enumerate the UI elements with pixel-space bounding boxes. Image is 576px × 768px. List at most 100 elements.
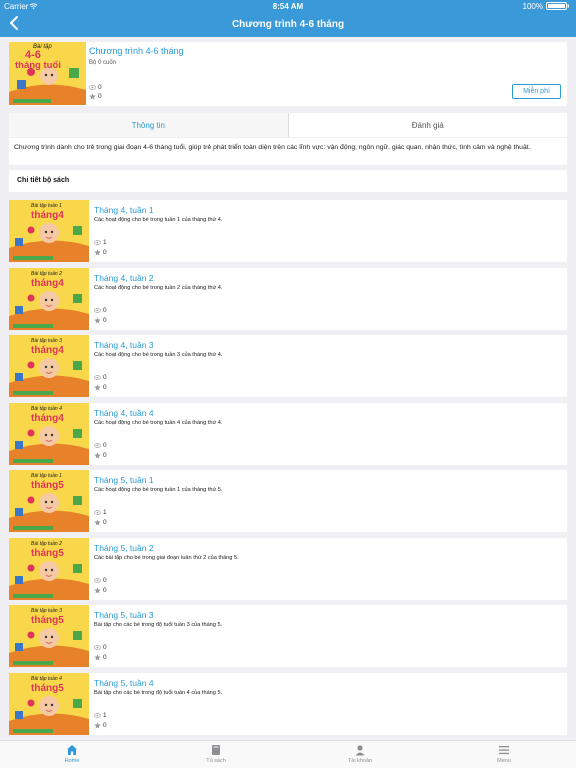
eye-icon — [94, 645, 101, 650]
book-cover-main-text: tháng4 — [31, 345, 64, 356]
book-rating: 0 — [94, 654, 107, 661]
book-cover-top-text: Bài tập tuần 1 — [31, 203, 62, 209]
home-icon — [67, 745, 77, 755]
star-icon — [94, 452, 101, 459]
book-description: Bài tập cho các bé trong độ tuổi tuần 4 … — [94, 690, 223, 696]
bottom-tab-bar: Home Tủ sách Tài khoản Menu — [0, 740, 576, 768]
book-views-count: 0 — [103, 577, 107, 584]
battery-icon — [546, 2, 569, 10]
star-icon — [94, 249, 101, 256]
book-views-count: 0 — [103, 644, 107, 651]
book-views: 0 — [94, 374, 107, 381]
tabbar-account[interactable]: Tài khoản — [288, 741, 432, 768]
book-title[interactable]: Tháng 4, tuần 1 — [94, 205, 154, 215]
book-cover-image: Bài tập tuần 1 tháng4 — [9, 200, 89, 262]
book-title[interactable]: Tháng 5, tuần 1 — [94, 475, 154, 485]
tab-info[interactable]: Thông tin — [9, 113, 289, 137]
book-views: 1 — [94, 239, 107, 246]
book-list-item[interactable]: Bài tập tuần 2 tháng4 Tháng 4, tuần 2 Các h… — [9, 268, 567, 330]
book-views-count: 0 — [103, 307, 107, 314]
book-cover-image: Bài tập tuần 4 tháng5 — [9, 673, 89, 735]
book-title[interactable]: Tháng 4, tuần 4 — [94, 408, 154, 418]
book-rating: 0 — [94, 452, 107, 459]
book-cover-image: Bài tập tuần 4 tháng4 — [9, 403, 89, 465]
book-cover-top-text: Bài tập tuần 1 — [31, 473, 62, 479]
program-rating: 0 — [89, 93, 102, 100]
book-cover-main-text: tháng5 — [31, 548, 64, 559]
program-cover-image: Bài tập 4-6 tháng tuổi — [9, 42, 86, 105]
book-rating-count: 0 — [103, 317, 107, 324]
book-title[interactable]: Tháng 4, tuần 3 — [94, 340, 154, 350]
book-cover-top-text: Bài tập tuần 4 — [31, 676, 62, 682]
program-book-count: Bộ 0 cuốn — [89, 60, 117, 66]
book-list-item[interactable]: Bài tập tuần 1 tháng4 Tháng 4, tuần 1 Các h… — [9, 200, 567, 262]
book-description: Các bài tập cho bé trong giai đoạn tuần … — [94, 555, 239, 561]
eye-icon — [94, 240, 101, 245]
star-icon — [94, 722, 101, 729]
book-list-item[interactable]: Bài tập tuần 3 tháng4 Tháng 4, tuần 3 Các h… — [9, 335, 567, 397]
book-description: Các hoạt động cho bé trong tuần 1 của th… — [94, 487, 223, 493]
book-rating-count: 0 — [103, 519, 107, 526]
book-views: 1 — [94, 509, 107, 516]
tabbar-home[interactable]: Home — [0, 741, 144, 768]
book-title[interactable]: Tháng 5, tuần 3 — [94, 610, 154, 620]
book-set-detail-heading: Chi tiết bộ sách — [9, 170, 567, 192]
star-icon — [94, 587, 101, 594]
book-cover-main-text: tháng5 — [31, 615, 64, 626]
eye-icon — [94, 510, 101, 515]
book-rating: 0 — [94, 249, 107, 256]
book-title[interactable]: Tháng 5, tuần 4 — [94, 678, 154, 688]
book-rating-count: 0 — [103, 249, 107, 256]
book-cover-image: Bài tập tuần 2 tháng4 — [9, 268, 89, 330]
tab-review[interactable]: Đánh giá — [289, 113, 568, 137]
tabbar-bookshelf[interactable]: Tủ sách — [144, 741, 288, 768]
star-icon — [94, 384, 101, 391]
book-list-item[interactable]: Bài tập tuần 4 tháng5 Tháng 5, tuần 4 Bài t… — [9, 673, 567, 735]
program-cover-sub-text: tháng tuổi — [15, 60, 61, 71]
bookshelf-icon — [212, 745, 220, 755]
book-title[interactable]: Tháng 4, tuần 2 — [94, 273, 154, 283]
eye-icon — [94, 308, 101, 313]
program-summary-card: Bài tập 4-6 tháng tuổi Chương trình 4-6 … — [9, 42, 567, 106]
book-description: Các hoạt động cho bé trong tuần 4 của th… — [94, 420, 223, 426]
book-rating-count: 0 — [103, 654, 107, 661]
eye-icon — [94, 713, 101, 718]
tabbar-menu[interactable]: Menu — [432, 741, 576, 768]
status-time: 8:54 AM — [272, 2, 304, 11]
program-rating-count: 0 — [98, 93, 102, 100]
book-title[interactable]: Tháng 5, tuần 2 — [94, 543, 154, 553]
tabbar-menu-label: Menu — [497, 758, 511, 764]
book-views: 0 — [94, 577, 107, 584]
book-list-item[interactable]: Bài tập tuần 1 tháng5 Tháng 5, tuần 1 Các h… — [9, 470, 567, 532]
tabbar-home-label: Home — [64, 758, 80, 764]
battery-percent: 100% — [522, 2, 543, 11]
book-views: 1 — [94, 712, 107, 719]
book-list-item[interactable]: Bài tập tuần 4 tháng4 Tháng 4, tuần 4 Các h… — [9, 403, 567, 465]
eye-icon — [89, 85, 96, 90]
book-views-count: 1 — [103, 239, 107, 246]
book-rating: 0 — [94, 587, 107, 594]
book-description: Các hoạt động cho bé trong tuần 1 của th… — [94, 217, 223, 223]
tabbar-account-label: Tài khoản — [347, 758, 373, 764]
book-rating-count: 0 — [103, 587, 107, 594]
star-icon — [94, 654, 101, 661]
book-list-item[interactable]: Bài tập tuần 2 tháng5 Tháng 5, tuần 2 Các b… — [9, 538, 567, 600]
book-cover-image: Bài tập tuần 1 tháng5 — [9, 470, 89, 532]
eye-icon — [94, 375, 101, 380]
book-views-count: 0 — [103, 442, 107, 449]
book-rating-count: 0 — [103, 384, 107, 391]
program-views: 0 — [89, 84, 102, 91]
book-cover-image: Bài tập tuần 3 tháng4 — [9, 335, 89, 397]
book-description: Các hoạt động cho bé trong tuần 3 của th… — [94, 352, 223, 358]
navigation-header: Carrier 8:54 AM 100% Chương trình 4-6 th… — [0, 0, 576, 37]
book-cover-main-text: tháng4 — [31, 210, 64, 221]
book-rating-count: 0 — [103, 452, 107, 459]
book-list-item[interactable]: Bài tập tuần 3 tháng5 Tháng 5, tuần 3 Bài t… — [9, 605, 567, 667]
eye-icon — [94, 443, 101, 448]
book-views-count: 0 — [103, 374, 107, 381]
book-views: 0 — [94, 644, 107, 651]
program-title[interactable]: Chương trình 4-6 tháng — [89, 46, 183, 56]
star-icon — [94, 317, 101, 324]
free-button[interactable]: Miễn phí — [512, 84, 561, 99]
menu-icon — [499, 746, 509, 755]
